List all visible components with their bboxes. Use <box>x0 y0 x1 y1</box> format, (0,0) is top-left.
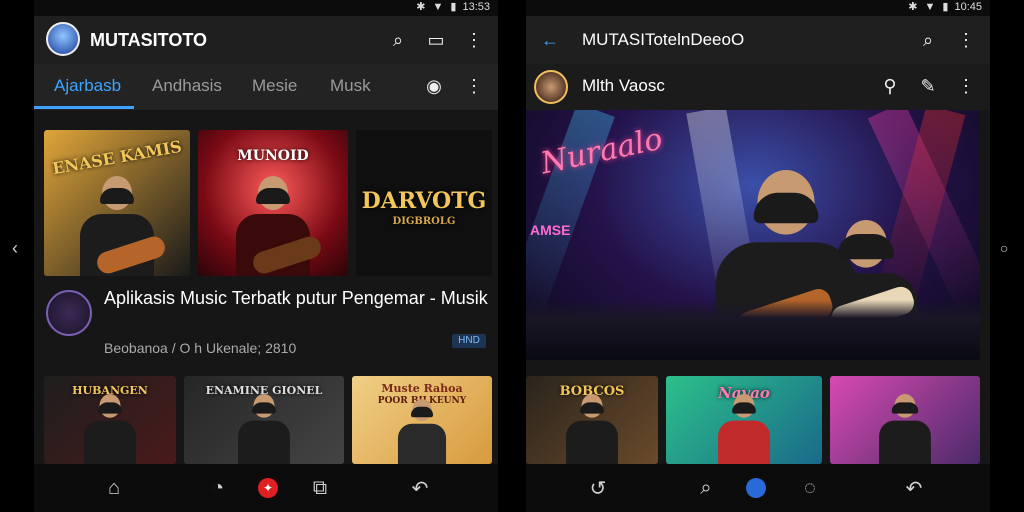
tab-andhasis[interactable]: Andhasis <box>152 76 222 96</box>
more-vert-icon[interactable]: ⋮ <box>462 28 486 52</box>
musician-figure <box>397 399 447 464</box>
status-time: 13:53 <box>462 1 490 13</box>
bottom-thumbnail-1[interactable]: BOBCOS <box>526 376 658 464</box>
back-icon[interactable]: ↶ <box>902 476 926 500</box>
cast-icon[interactable]: ▭ <box>424 28 448 52</box>
add-icon[interactable]: ✦ <box>256 476 280 500</box>
musician-figure <box>238 394 290 464</box>
home-edge-icon[interactable]: ○ <box>1000 240 1008 256</box>
search-icon[interactable]: ⌕ <box>916 28 940 52</box>
right-phone-screen: ✱ ▼ ▮ 10:45 ← MUTASITotelnDeeoO ⌕ ⋮ Mlth … <box>526 0 990 512</box>
bottom-thumbnail-3[interactable]: Muste Rahoa POOR BILKEUNY <box>352 376 492 464</box>
thumbnail-2[interactable]: MUNOID <box>198 130 348 276</box>
bottom-nav: ↺ ⌕ ◌ ↶ <box>526 464 990 512</box>
thumbnail-caption: Muste Rahoa <box>381 382 463 395</box>
more-vert-icon[interactable]: ⋮ <box>954 28 978 52</box>
musician-figure <box>718 394 770 464</box>
tab-more-icon[interactable]: ⋮ <box>462 74 486 98</box>
home-icon[interactable]: ⌂ <box>102 476 126 500</box>
bottom-thumbnail-3[interactable] <box>830 376 980 464</box>
active-tab-indicator <box>34 106 134 109</box>
crowd-silhouette <box>526 300 980 360</box>
channel-avatar[interactable] <box>534 70 568 104</box>
status-icons: ✱ ▼ ▮ 13:53 <box>416 1 490 13</box>
status-bar: ✱ ▼ ▮ 13:53 <box>34 0 498 16</box>
video-player[interactable]: Nuraalo AMSE <box>526 110 980 360</box>
musician-figure <box>879 394 931 464</box>
left-phone-screen: ✱ ▼ ▮ 13:53 MUTASITOTO ⌕ ▭ ⋮ Ajarbasb And… <box>34 0 498 512</box>
thumbnail-subcaption: DIGBROLG <box>392 216 456 227</box>
app-logo[interactable] <box>46 22 80 56</box>
channel-row: Mlth Vaosc ⚲ ✎ ⋮ <box>526 64 990 110</box>
back-edge-icon[interactable]: ‹ <box>12 238 18 259</box>
thumbnail-caption: DARVOTG <box>361 188 487 214</box>
pin-icon[interactable]: ⚲ <box>878 74 902 98</box>
bottom-nav: ⌂ ◔ ✦ ⧉ ↶ <box>34 464 498 512</box>
musician-figure <box>84 394 136 464</box>
tab-ajarbasb[interactable]: Ajarbasb <box>54 76 121 96</box>
player-side-sign: AMSE <box>530 222 571 238</box>
musician-figure <box>566 394 618 464</box>
thumbnail-caption: MUNOID <box>237 148 309 164</box>
app-header: ← MUTASITotelnDeeoO ⌕ ⋮ <box>526 16 990 64</box>
tab-bar: Ajarbasb Andhasis Mesie Musk ◉ ⋮ <box>34 64 498 110</box>
channel-avatar[interactable] <box>46 290 92 336</box>
chat-icon[interactable]: ◌ <box>798 476 822 500</box>
thumbnail-3[interactable]: DARVOTG DIGBROLG <box>356 130 492 276</box>
replay-icon[interactable]: ↺ <box>586 476 610 500</box>
bottom-thumbnail-2[interactable]: Navao <box>666 376 822 464</box>
search-nav-icon[interactable]: ⌕ <box>694 476 718 500</box>
explore-icon[interactable]: ◔ <box>206 476 230 500</box>
bottom-thumbnail-1[interactable]: HUBANGEN <box>44 376 176 464</box>
channel-name[interactable]: Mlth Vaosc <box>582 76 665 96</box>
status-time: 10:45 <box>954 1 982 13</box>
app-header: MUTASITOTO ⌕ ▭ ⋮ <box>34 16 498 64</box>
status-bar: ✱ ▼ ▮ 10:45 <box>526 0 990 16</box>
library-icon[interactable]: ⧉ <box>308 476 332 500</box>
app-title: MUTASITOTO <box>90 30 207 50</box>
status-icons: ✱ ▼ ▮ 10:45 <box>908 1 982 13</box>
search-icon[interactable]: ⌕ <box>386 28 410 52</box>
thumbnail-caption: ENASE KAMIS <box>50 136 184 179</box>
quality-badge: HND <box>452 334 486 348</box>
video-meta: Beobanoa / O h Ukenale; 2810 <box>104 340 297 356</box>
home-circle-icon[interactable] <box>744 476 768 500</box>
back-arrow-icon[interactable]: ← <box>538 28 562 52</box>
account-icon[interactable]: ◉ <box>422 74 446 98</box>
tab-musk[interactable]: Musk <box>330 76 371 96</box>
channel-more-icon[interactable]: ⋮ <box>954 74 978 98</box>
app-title: MUTASITotelnDeeoO <box>582 30 745 49</box>
bottom-thumbnail-2[interactable]: ENAMINE GIONEL <box>184 376 344 464</box>
back-icon[interactable]: ↶ <box>408 476 432 500</box>
tab-mesie[interactable]: Mesie <box>252 76 297 96</box>
video-title[interactable]: Aplikasis Music Terbatk putur Pengemar -… <box>104 286 494 310</box>
edit-icon[interactable]: ✎ <box>916 74 940 98</box>
thumbnail-1[interactable]: ENASE KAMIS <box>44 130 190 276</box>
